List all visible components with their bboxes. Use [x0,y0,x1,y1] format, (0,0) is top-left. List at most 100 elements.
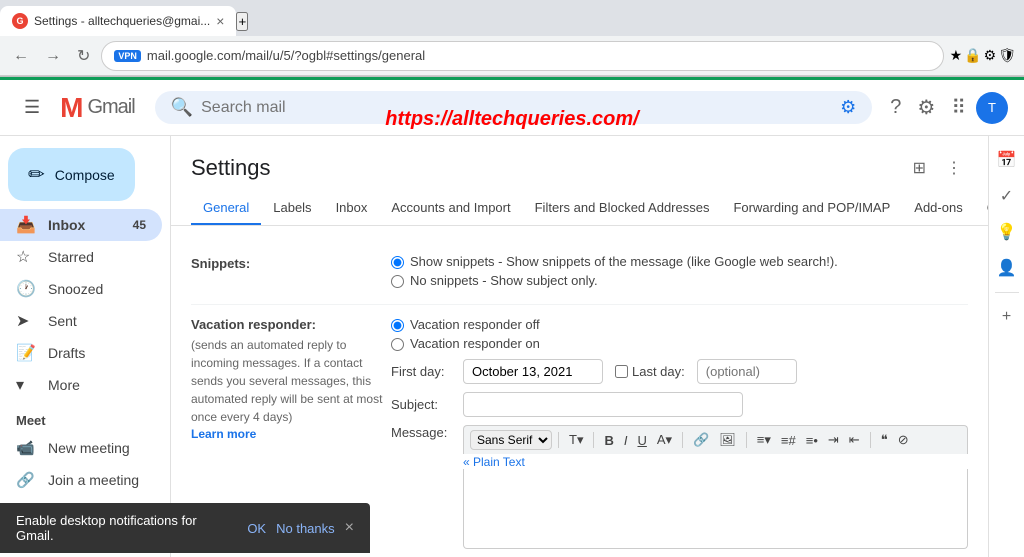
sidebar-item-label-inbox: Inbox [48,217,85,233]
right-sidebar-add[interactable]: + [991,301,1023,333]
vacation-off-option[interactable]: Vacation responder off [391,317,968,332]
sidebar-item-drafts[interactable]: 📝 Drafts [0,337,162,369]
subject-input[interactable] [463,392,743,417]
sidebar-item-sent[interactable]: ➤ Sent [0,305,162,337]
toolbar-sep-5 [870,432,871,448]
vacation-label-text: Vacation responder: [191,317,391,332]
sidebar-item-label-sent: Sent [48,313,77,329]
avatar-button[interactable]: T [976,92,1008,124]
new-meeting-label: New meeting [48,440,130,456]
tab-labels[interactable]: Labels [261,192,323,225]
link-button[interactable]: 🔗 [689,430,713,450]
url-text: mail.google.com/mail/u/5/?ogbl#settings/… [147,48,425,63]
settings-more-button[interactable]: ⋮ [940,152,968,184]
vacation-off-radio[interactable] [391,319,404,332]
indent-button[interactable]: ⇥ [824,430,843,450]
last-day-checkbox[interactable] [615,365,628,378]
content-area: Settings ⊞ ⋮ General Labels Inbox Accoun… [170,136,988,557]
tab-filters[interactable]: Filters and Blocked Addresses [523,192,722,225]
show-snippets-option[interactable]: Show snippets - Show snippets of the mes… [391,254,968,269]
image-button[interactable]: 🖼 [715,430,740,450]
back-button[interactable]: ← [8,45,34,67]
search-input[interactable] [201,99,832,117]
gmail-logo: M Gmail [60,92,135,124]
first-day-label: First day: [391,364,451,379]
numbered-list-button[interactable]: ≡# [777,431,800,450]
tab-general[interactable]: General [191,192,261,225]
address-bar[interactable]: VPN mail.google.com/mail/u/5/?ogbl#setti… [101,41,943,71]
settings-button[interactable]: ⚙ [911,89,941,126]
ext-icon-2: 🔒 [964,47,981,64]
search-filter-icon[interactable]: ⚙ [840,97,856,118]
bullet-list-button[interactable]: ≡• [802,431,822,450]
apps-button[interactable]: ⠿ [945,89,972,126]
sidebar-item-join-meeting[interactable]: 🔗 Join a meeting [0,464,162,496]
outdent-button[interactable]: ⇤ [845,430,864,450]
message-textarea[interactable] [463,469,968,549]
sidebar-item-more[interactable]: ▾ More [0,369,162,401]
no-snippets-option[interactable]: No snippets - Show subject only. [391,273,968,288]
new-tab-button[interactable]: + [236,12,248,31]
tab-inbox[interactable]: Inbox [324,192,380,225]
vacation-on-radio[interactable] [391,338,404,351]
tab-favicon: G [12,13,28,29]
last-day-checkbox-label[interactable]: Last day: [615,364,685,379]
notification-ok-button[interactable]: OK [247,521,266,536]
underline-button[interactable]: U [633,431,650,450]
vpn-badge: VPN [114,50,141,62]
right-sidebar-contacts[interactable]: 👤 [991,252,1023,284]
vacation-value: Vacation responder off Vacation responde… [391,317,968,557]
snippets-value: Show snippets - Show snippets of the mes… [391,254,968,292]
settings-header: Settings ⊞ ⋮ [171,136,988,192]
plain-text-link[interactable]: « Plain Text [463,455,525,469]
hamburger-button[interactable]: ☰ [16,89,48,126]
no-snippets-radio[interactable] [391,275,404,288]
subject-row: Subject: [391,392,968,417]
right-sidebar: 📅 ✓ 💡 👤 + [988,136,1024,557]
sidebar-item-inbox[interactable]: 📥 Inbox 45 [0,209,162,241]
first-day-input[interactable] [463,359,603,384]
text-size-button[interactable]: T▾ [565,430,587,450]
align-button[interactable]: ≡▾ [753,430,775,450]
sidebar-item-starred[interactable]: ☆ Starred [0,241,162,273]
search-bar[interactable]: 🔍 ⚙ [155,91,873,124]
settings-view-button[interactable]: ⊞ [907,152,932,184]
tab-forwarding[interactable]: Forwarding and POP/IMAP [721,192,902,225]
tab-close-button[interactable]: × [216,13,224,29]
inbox-icon: 📥 [16,215,36,235]
last-day-input[interactable] [697,359,797,384]
snippets-label: Snippets: [191,254,391,292]
learn-more-link[interactable]: Learn more [191,427,256,441]
forward-button[interactable]: → [40,45,66,67]
font-select[interactable]: Sans Serif [470,430,552,450]
tab-accounts[interactable]: Accounts and Import [379,192,522,225]
remove-format-button[interactable]: ⊘ [894,430,913,450]
compose-button[interactable]: ✏ Compose [8,148,135,201]
sidebar-item-label-more: More [48,377,80,393]
reload-button[interactable]: ↻ [72,44,95,68]
notification-close-button[interactable]: × [345,519,354,537]
sidebar-item-label-starred: Starred [48,249,94,265]
right-sidebar-calendar[interactable]: 📅 [991,144,1023,176]
tab-chat[interactable]: Chat and Meet [975,192,988,225]
message-label: Message: [391,425,451,440]
vacation-on-option[interactable]: Vacation responder on [391,336,968,351]
show-snippets-radio[interactable] [391,256,404,269]
compose-label: Compose [55,167,115,183]
right-sidebar-tasks[interactable]: ✓ [991,180,1023,212]
italic-button[interactable]: I [620,431,632,450]
quote-button[interactable]: ❝ [877,430,892,450]
active-tab[interactable]: G Settings - alltechqueries@gmai... × [0,6,236,36]
new-meeting-icon: 📹 [16,439,36,457]
bold-button[interactable]: B [600,431,617,450]
notification-no-thanks-button[interactable]: No thanks [276,521,335,536]
tab-addons[interactable]: Add-ons [902,192,974,225]
sidebar: ✏ Compose 📥 Inbox 45 ☆ Starred 🕐 Snoozed… [0,136,170,557]
sidebar-item-new-meeting[interactable]: 📹 New meeting [0,432,162,464]
gmail-header: ☰ M Gmail 🔍 ⚙ ? ⚙ ⠿ T [0,80,1024,136]
settings-tabs: General Labels Inbox Accounts and Import… [171,192,988,226]
right-sidebar-keep[interactable]: 💡 [991,216,1023,248]
help-button[interactable]: ? [884,90,907,125]
sidebar-item-snoozed[interactable]: 🕐 Snoozed [0,273,162,305]
text-color-button[interactable]: A▾ [653,430,676,450]
